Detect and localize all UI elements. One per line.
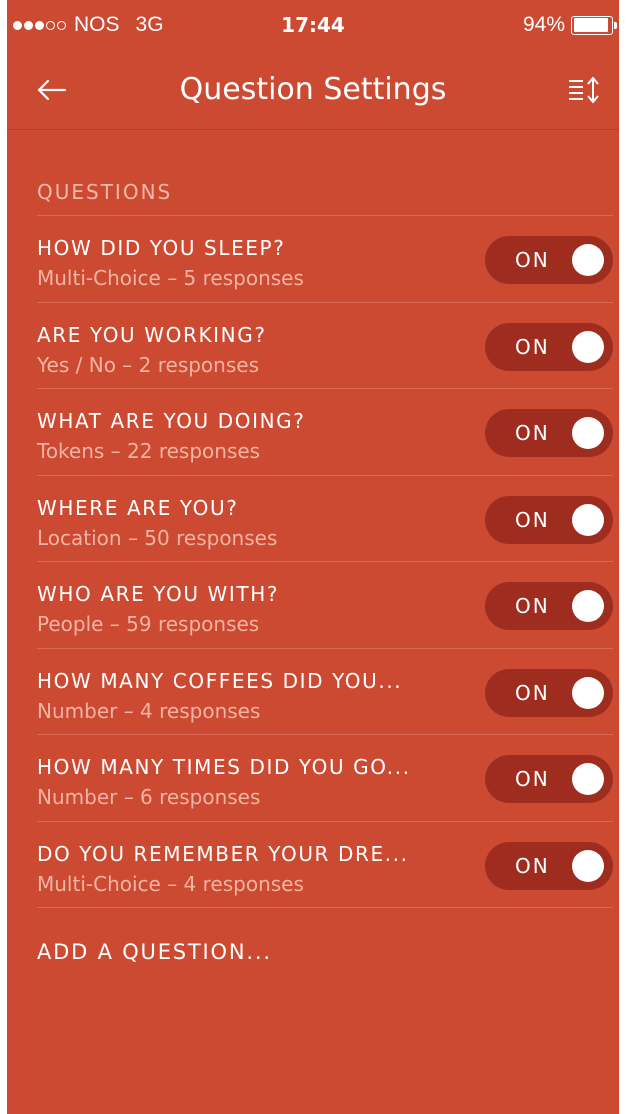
question-title: WHAT ARE YOU DOING? bbox=[37, 409, 306, 433]
question-row[interactable]: WHO ARE YOU WITH? People – 59 responses … bbox=[37, 562, 613, 649]
question-toggle[interactable]: ON bbox=[485, 495, 613, 544]
battery-percent: 94% bbox=[522, 13, 565, 36]
question-row[interactable]: DO YOU REMEMBER YOUR DRE... Multi-Choice… bbox=[37, 822, 613, 908]
question-title: HOW MANY COFFEES DID YOU... bbox=[37, 668, 403, 693]
screen: NOS 3G 17:44 94% Question Settings QUEST… bbox=[7, 0, 619, 1114]
question-row[interactable]: WHAT ARE YOU DOING? Tokens – 22 response… bbox=[37, 389, 613, 476]
question-title: HOW DID YOU SLEEP? bbox=[37, 236, 286, 260]
question-list: HOW DID YOU SLEEP? Multi-Choice – 5 resp… bbox=[37, 215, 613, 908]
toggle-knob bbox=[572, 590, 604, 622]
question-subtitle: Tokens – 22 responses bbox=[37, 439, 261, 463]
question-toggle[interactable]: ON bbox=[485, 322, 613, 371]
toggle-knob bbox=[572, 244, 604, 276]
question-subtitle: Number – 6 responses bbox=[37, 785, 261, 809]
question-toggle[interactable]: ON bbox=[485, 841, 613, 890]
toggle-label: ON bbox=[515, 594, 550, 618]
toggle-knob bbox=[572, 417, 604, 449]
battery-icon bbox=[571, 15, 617, 35]
battery-fill bbox=[573, 18, 609, 32]
question-toggle[interactable]: ON bbox=[485, 582, 613, 630]
toggle-label: ON bbox=[515, 248, 550, 272]
question-row[interactable]: ARE YOU WORKING? Yes / No – 2 responses … bbox=[37, 303, 613, 389]
question-title: DO YOU REMEMBER YOUR DRE... bbox=[37, 841, 409, 866]
question-title: ARE YOU WORKING? bbox=[37, 322, 267, 347]
toggle-label: ON bbox=[515, 421, 550, 445]
section-header: QUESTIONS bbox=[37, 180, 173, 204]
toggle-knob bbox=[572, 849, 604, 882]
status-right: 94% bbox=[522, 13, 617, 37]
question-toggle[interactable]: ON bbox=[485, 409, 613, 457]
nav-bar: Question Settings bbox=[7, 50, 619, 130]
toggle-label: ON bbox=[515, 767, 550, 791]
question-subtitle: Multi-Choice – 5 responses bbox=[37, 266, 304, 290]
question-toggle[interactable]: ON bbox=[485, 755, 613, 803]
toggle-label: ON bbox=[515, 334, 550, 359]
reorder-icon[interactable] bbox=[565, 74, 605, 106]
question-toggle[interactable]: ON bbox=[485, 668, 613, 717]
status-bar: NOS 3G 17:44 94% bbox=[7, 0, 619, 50]
question-row[interactable]: HOW MANY TIMES DID YOU GO... Number – 6 … bbox=[37, 735, 613, 822]
question-subtitle: Number – 4 responses bbox=[37, 698, 261, 723]
toggle-label: ON bbox=[515, 507, 550, 532]
question-subtitle: People – 59 responses bbox=[37, 612, 260, 636]
question-title: WHERE ARE YOU? bbox=[37, 495, 239, 520]
question-subtitle: Location – 50 responses bbox=[37, 525, 278, 550]
question-subtitle: Yes / No – 2 responses bbox=[37, 352, 259, 377]
question-row[interactable]: WHERE ARE YOU? Location – 50 responses O… bbox=[37, 476, 613, 562]
add-question-button[interactable]: ADD A QUESTION... bbox=[37, 940, 272, 964]
question-row[interactable]: HOW MANY COFFEES DID YOU... Number – 4 r… bbox=[37, 649, 613, 735]
battery-tip bbox=[614, 21, 617, 29]
page-title: Question Settings bbox=[179, 72, 447, 107]
question-toggle[interactable]: ON bbox=[485, 236, 613, 284]
toggle-knob bbox=[572, 503, 604, 536]
question-title: HOW MANY TIMES DID YOU GO... bbox=[37, 755, 411, 779]
toggle-label: ON bbox=[515, 853, 550, 878]
question-row[interactable]: HOW DID YOU SLEEP? Multi-Choice – 5 resp… bbox=[37, 216, 613, 303]
toggle-knob bbox=[572, 763, 604, 795]
question-subtitle: Multi-Choice – 4 responses bbox=[37, 871, 304, 896]
toggle-label: ON bbox=[515, 680, 550, 705]
question-title: WHO ARE YOU WITH? bbox=[37, 582, 280, 606]
toggle-knob bbox=[572, 676, 604, 709]
toggle-knob bbox=[572, 330, 604, 363]
